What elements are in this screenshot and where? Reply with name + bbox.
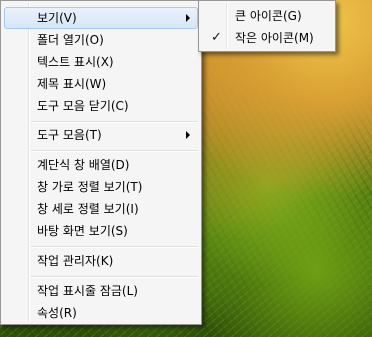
chevron-right-icon: [186, 131, 190, 139]
menu-separator: [31, 150, 198, 152]
menu-item-show-text[interactable]: 텍스트 표시(X): [4, 51, 198, 73]
taskbar-context-menu: 보기(V) 폴더 열기(O) 텍스트 표시(X) 제목 표시(W) 도구 모음 …: [0, 0, 202, 325]
menu-item-label: 큰 아이콘(G): [235, 9, 302, 23]
menu-item-open-folder[interactable]: 폴더 열기(O): [4, 29, 198, 51]
menu-item-label: 작업 표시줄 잠금(L): [37, 284, 138, 298]
menu-item-label: 속성(R): [37, 306, 77, 320]
menu-separator: [31, 246, 198, 248]
submenu-item-small-icons[interactable]: ✓ 작은 아이콘(M): [202, 27, 332, 49]
menu-item-cascade-windows[interactable]: 계단식 창 배열(D): [4, 154, 198, 176]
checkmark-icon: ✓: [211, 30, 222, 45]
menu-item-label: 바탕 화면 보기(S): [37, 224, 128, 238]
menu-item-show-title[interactable]: 제목 표시(W): [4, 73, 198, 95]
menu-item-toolbars[interactable]: 도구 모음(T): [4, 124, 198, 146]
menu-item-view[interactable]: 보기(V): [4, 7, 198, 29]
desktop: 보기(V) 폴더 열기(O) 텍스트 표시(X) 제목 표시(W) 도구 모음 …: [0, 0, 372, 337]
chevron-right-icon: [186, 14, 190, 22]
menu-item-label: 도구 모음 닫기(C): [37, 99, 129, 113]
menu-item-task-manager[interactable]: 작업 관리자(K): [4, 250, 198, 272]
menu-item-label: 폴더 열기(O): [37, 33, 104, 47]
menu-item-label: 창 세로 정렬 보기(I): [37, 202, 139, 216]
menu-separator: [31, 121, 198, 123]
menu-item-lock-taskbar[interactable]: 작업 표시줄 잠금(L): [4, 280, 198, 302]
menu-item-close-toolbar[interactable]: 도구 모음 닫기(C): [4, 95, 198, 117]
menu-item-show-windows-side-by-side[interactable]: 창 세로 정렬 보기(I): [4, 198, 198, 220]
menu-item-label: 텍스트 표시(X): [37, 55, 114, 69]
menu-item-label: 창 가로 정렬 보기(T): [37, 180, 143, 194]
menu-item-show-desktop[interactable]: 바탕 화면 보기(S): [4, 220, 198, 242]
menu-item-show-windows-stacked[interactable]: 창 가로 정렬 보기(T): [4, 176, 198, 198]
menu-item-label: 도구 모음(T): [37, 128, 102, 142]
menu-item-label: 계단식 창 배열(D): [37, 158, 130, 172]
view-submenu: 큰 아이콘(G) ✓ 작은 아이콘(M): [198, 0, 336, 52]
submenu-item-large-icons[interactable]: 큰 아이콘(G): [202, 5, 332, 27]
menu-item-label: 작은 아이콘(M): [235, 31, 314, 45]
menu-item-properties[interactable]: 속성(R): [4, 302, 198, 324]
menu-item-label: 보기(V): [37, 11, 77, 25]
menu-item-label: 작업 관리자(K): [37, 254, 114, 268]
menu-item-label: 제목 표시(W): [37, 77, 107, 91]
menu-separator: [31, 276, 198, 278]
